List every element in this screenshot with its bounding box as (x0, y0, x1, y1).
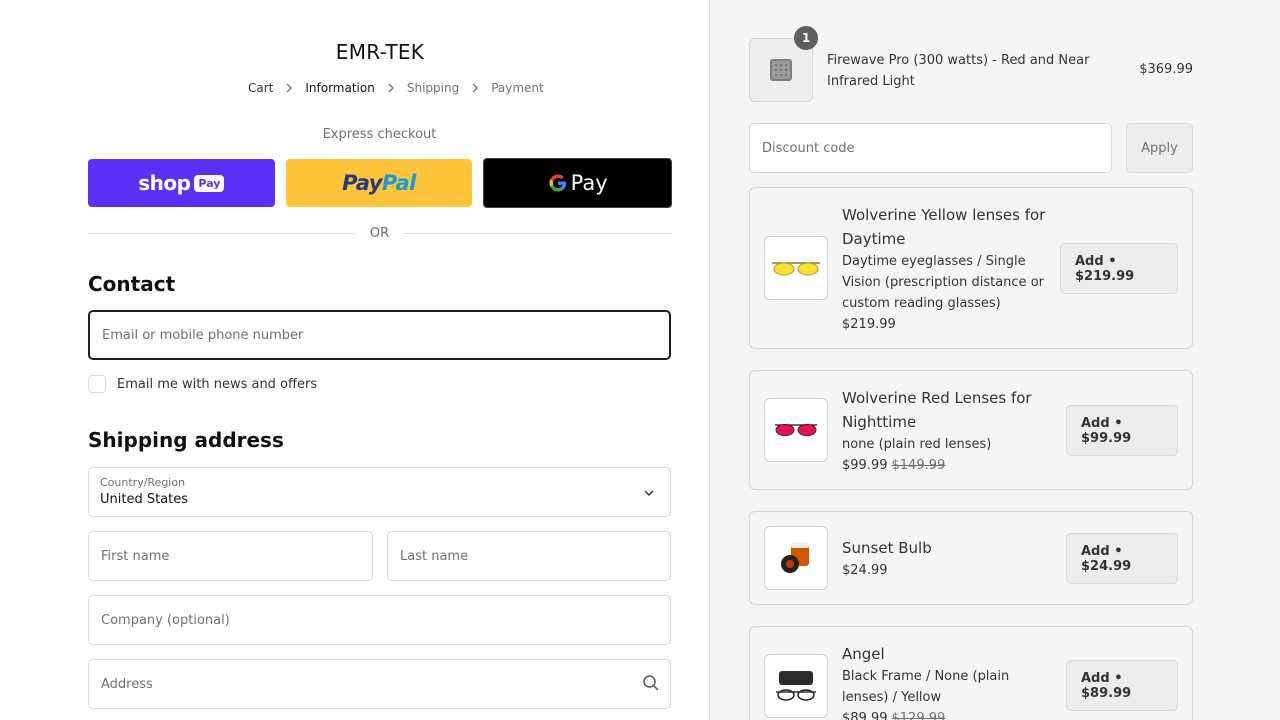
upsell-title: Angel (842, 645, 885, 663)
country-label: Country/Region (100, 476, 186, 489)
add-upsell-button[interactable]: Add • $89.99 (1066, 660, 1178, 711)
upsell-price: $99.99 $149.99 (842, 455, 945, 476)
express-checkout-label: Express checkout (322, 127, 437, 142)
upsell-card: Wolverine Red Lenses for Nighttime none … (749, 370, 1193, 490)
add-upsell-button[interactable]: Add • $99.99 (1066, 405, 1178, 456)
breadcrumb-information: Information (305, 81, 375, 95)
last-name-input[interactable] (388, 532, 670, 580)
paypal-wordmark-a: Pay (342, 171, 382, 195)
country-value: United States (100, 492, 189, 507)
company-input[interactable] (89, 596, 670, 644)
breadcrumb-cart[interactable]: Cart (248, 81, 273, 95)
chevron-right-icon (283, 82, 295, 94)
upsell-title: Wolverine Yellow lenses for Daytime (842, 206, 1046, 248)
email-input[interactable] (90, 312, 669, 358)
upsell-title: Sunset Bulb (842, 539, 932, 557)
apply-discount-button[interactable]: Apply (1126, 123, 1193, 173)
upsell-sale-price: $219.99 (842, 317, 896, 332)
yellow-glasses-image (772, 262, 820, 276)
discount-code-input[interactable] (750, 124, 1111, 172)
divider-line (403, 233, 672, 234)
discount-field (749, 123, 1112, 173)
shop-pay-logo: shop Pay (138, 171, 225, 195)
country-select[interactable]: Country/Region United States (88, 467, 671, 517)
breadcrumb-shipping: Shipping (406, 81, 460, 95)
breadcrumb-payment: Payment (491, 81, 544, 95)
search-icon[interactable] (642, 674, 660, 696)
chevron-down-icon (642, 485, 656, 504)
company-field (88, 595, 671, 645)
upsell-price: $89.99 $129.99 (842, 708, 945, 720)
first-name-input[interactable] (89, 532, 372, 580)
first-name-field (88, 531, 373, 581)
google-g-icon (548, 173, 568, 193)
newsletter-checkbox[interactable] (88, 375, 106, 393)
upsell-compare-price: $149.99 (891, 458, 946, 473)
upsell-description: Black Frame / None (plain lenses) / Yell… (842, 669, 1010, 705)
or-divider: OR (88, 226, 672, 241)
upsell-card: Sunset Bulb $24.99 Add • $24.99 (749, 511, 1193, 605)
chevron-right-icon (469, 82, 481, 94)
cart-item-name: Firewave Pro (300 watts) - Red and Near … (827, 53, 1090, 89)
upsell-title: Wolverine Red Lenses for Nighttime (842, 389, 1032, 431)
upsell-card: Angel Black Frame / None (plain lenses) … (749, 626, 1193, 720)
contact-title: Contact (88, 272, 176, 296)
product-thumbnail (764, 236, 828, 300)
paypal-logo: PayPal (342, 171, 416, 195)
shop-pay-badge: Pay (194, 174, 225, 192)
upsell-sale-price: $89.99 (842, 711, 888, 720)
shop-pay-wordmark: shop (138, 171, 191, 195)
cart-item-price: $369.99 (1139, 62, 1193, 77)
shipping-address-title: Shipping address (88, 428, 284, 452)
quantity-badge: 1 (794, 26, 818, 50)
paypal-button[interactable]: PayPal (285, 159, 473, 207)
google-pay-button[interactable]: Pay (483, 158, 673, 208)
chevron-right-icon (385, 82, 397, 94)
address-field (88, 659, 671, 709)
upsell-description: Daytime eyeglasses / Single Vision (pres… (842, 254, 1044, 311)
newsletter-checkbox-row[interactable]: Email me with news and offers (88, 375, 317, 393)
product-thumbnail (764, 398, 828, 462)
sunset-bulb-image (781, 542, 809, 573)
upsell-price: $219.99 (842, 314, 896, 335)
express-checkout-buttons: shop Pay PayPal Pay (88, 158, 673, 208)
upsell-description: none (plain red lenses) (842, 437, 992, 452)
order-summary: 1 Firewave Pro (300 watts) - Red and Nea… (709, 0, 1280, 720)
google-pay-wordmark: Pay (570, 171, 608, 195)
last-name-field (387, 531, 671, 581)
upsell-card: Wolverine Yellow lenses for Daytime Dayt… (749, 187, 1193, 349)
add-upsell-button[interactable]: Add • $219.99 (1060, 243, 1178, 294)
product-thumbnail (764, 654, 828, 718)
upsell-price: $24.99 (842, 560, 888, 581)
add-upsell-button[interactable]: Add • $24.99 (1066, 533, 1178, 584)
newsletter-label: Email me with news and offers (117, 376, 318, 392)
cart-line-item: 1 Firewave Pro (300 watts) - Red and Nea… (749, 26, 1193, 102)
device-image (770, 59, 792, 81)
divider-line (88, 233, 356, 234)
breadcrumb: Cart Information Shipping Payment (248, 81, 544, 95)
email-field (88, 310, 671, 360)
red-glasses-image (775, 424, 817, 436)
address-input[interactable] (89, 660, 670, 708)
upsell-compare-price: $129.99 (891, 711, 946, 720)
upsell-sale-price: $24.99 (842, 563, 888, 578)
checkout-main: EMR-TEK Cart Information Shipping Paymen… (0, 0, 709, 720)
store-logo[interactable]: EMR-TEK (0, 40, 760, 64)
angel-glasses-image (776, 671, 816, 701)
discount-row: Apply (749, 123, 1193, 173)
shop-pay-button[interactable]: shop Pay (88, 159, 275, 207)
paypal-wordmark-b: Pal (381, 171, 416, 195)
upsell-sale-price: $99.99 (842, 458, 888, 473)
product-thumbnail (764, 526, 828, 590)
or-label: OR (369, 226, 390, 241)
